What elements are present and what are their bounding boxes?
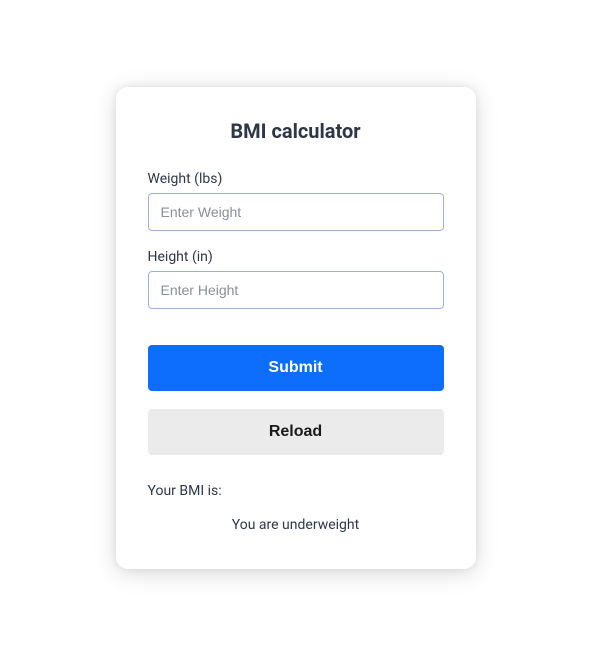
bmi-calculator-card: BMI calculator Weight (lbs) Height (in) … <box>116 87 476 569</box>
result-message: You are underweight <box>148 517 444 533</box>
weight-label: Weight (lbs) <box>148 171 444 187</box>
weight-form-group: Weight (lbs) <box>148 171 444 231</box>
submit-button[interactable]: Submit <box>148 345 444 391</box>
weight-input[interactable] <box>148 193 444 231</box>
result-label: Your BMI is: <box>148 483 444 499</box>
height-form-group: Height (in) <box>148 249 444 309</box>
page-title: BMI calculator <box>148 119 444 143</box>
height-label: Height (in) <box>148 249 444 265</box>
height-input[interactable] <box>148 271 444 309</box>
button-group: Submit Reload <box>148 345 444 455</box>
reload-button[interactable]: Reload <box>148 409 444 455</box>
